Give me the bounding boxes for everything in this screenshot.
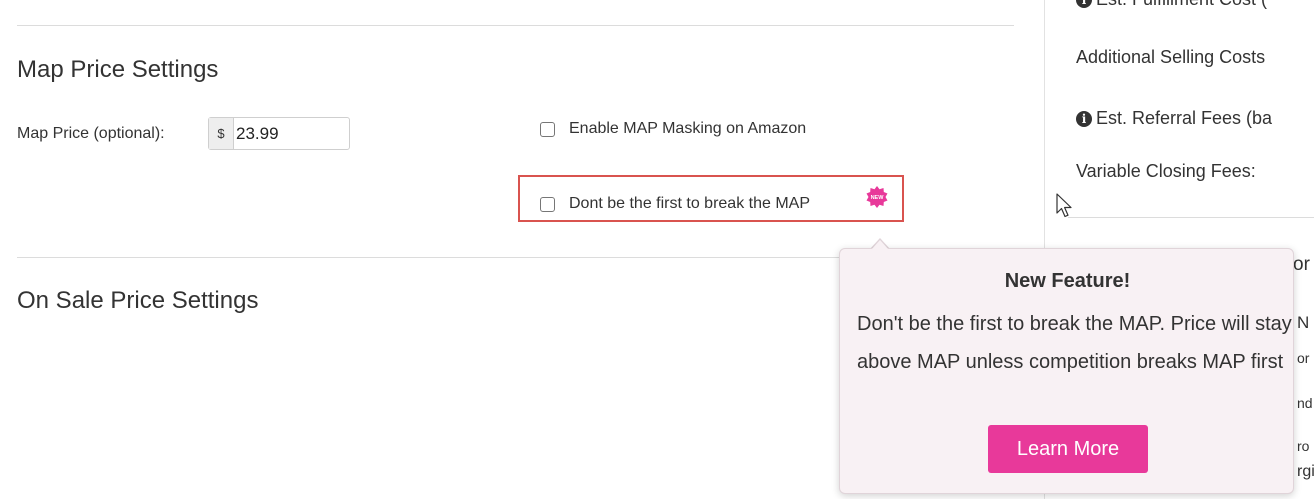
hidden-text-fragment: N (1297, 313, 1310, 332)
map-price-input[interactable] (234, 118, 350, 149)
hidden-text-fragment: or (1297, 350, 1310, 366)
info-icon: i (1076, 111, 1092, 127)
top-divider (17, 25, 1014, 26)
currency-addon: $ (209, 118, 234, 149)
map-settings-title: Map Price Settings (17, 56, 219, 83)
map-price-label: Map Price (optional): (17, 125, 165, 142)
map-price-input-group: $ (208, 117, 350, 150)
on-sale-settings-title: On Sale Price Settings (17, 287, 259, 314)
hidden-text-fragment: rgi (1297, 463, 1314, 480)
hidden-text-fragment: ro (1297, 438, 1310, 454)
middle-divider (17, 257, 839, 258)
dont-break-map-checkbox[interactable] (540, 197, 555, 212)
info-icon: i (1076, 0, 1092, 8)
variable-closing-fees-label: Variable Closing Fees: (1076, 161, 1256, 181)
hidden-text-fragment: or (1293, 254, 1310, 275)
mouse-cursor-icon (1056, 193, 1072, 218)
fulfillment-cost-label: iEst. Fulfillment Cost ( (1076, 0, 1267, 10)
hidden-text-fragment: nd (1297, 395, 1313, 411)
learn-more-button[interactable]: Learn More (988, 425, 1148, 473)
additional-selling-costs-label: Additional Selling Costs (1076, 47, 1266, 67)
right-panel-rule (1068, 217, 1314, 218)
popover-title: New Feature! (1004, 270, 1131, 292)
popover-body: Don't be the first to break the MAP. Pri… (857, 313, 1292, 373)
referral-fees-label: i Est. Referral Fees (ba (1076, 108, 1272, 129)
map-masking-label[interactable]: Enable MAP Masking on Amazon (569, 120, 806, 138)
new-badge-text: NEW (871, 195, 885, 201)
dont-break-map-label[interactable]: Dont be the first to break the MAP (569, 195, 810, 213)
map-masking-checkbox[interactable] (540, 122, 555, 137)
popover-arrow-fill (871, 240, 889, 250)
new-badge-icon: NEW (866, 186, 888, 208)
new-feature-popover: New Feature! Don't be the first to break… (839, 248, 1294, 494)
